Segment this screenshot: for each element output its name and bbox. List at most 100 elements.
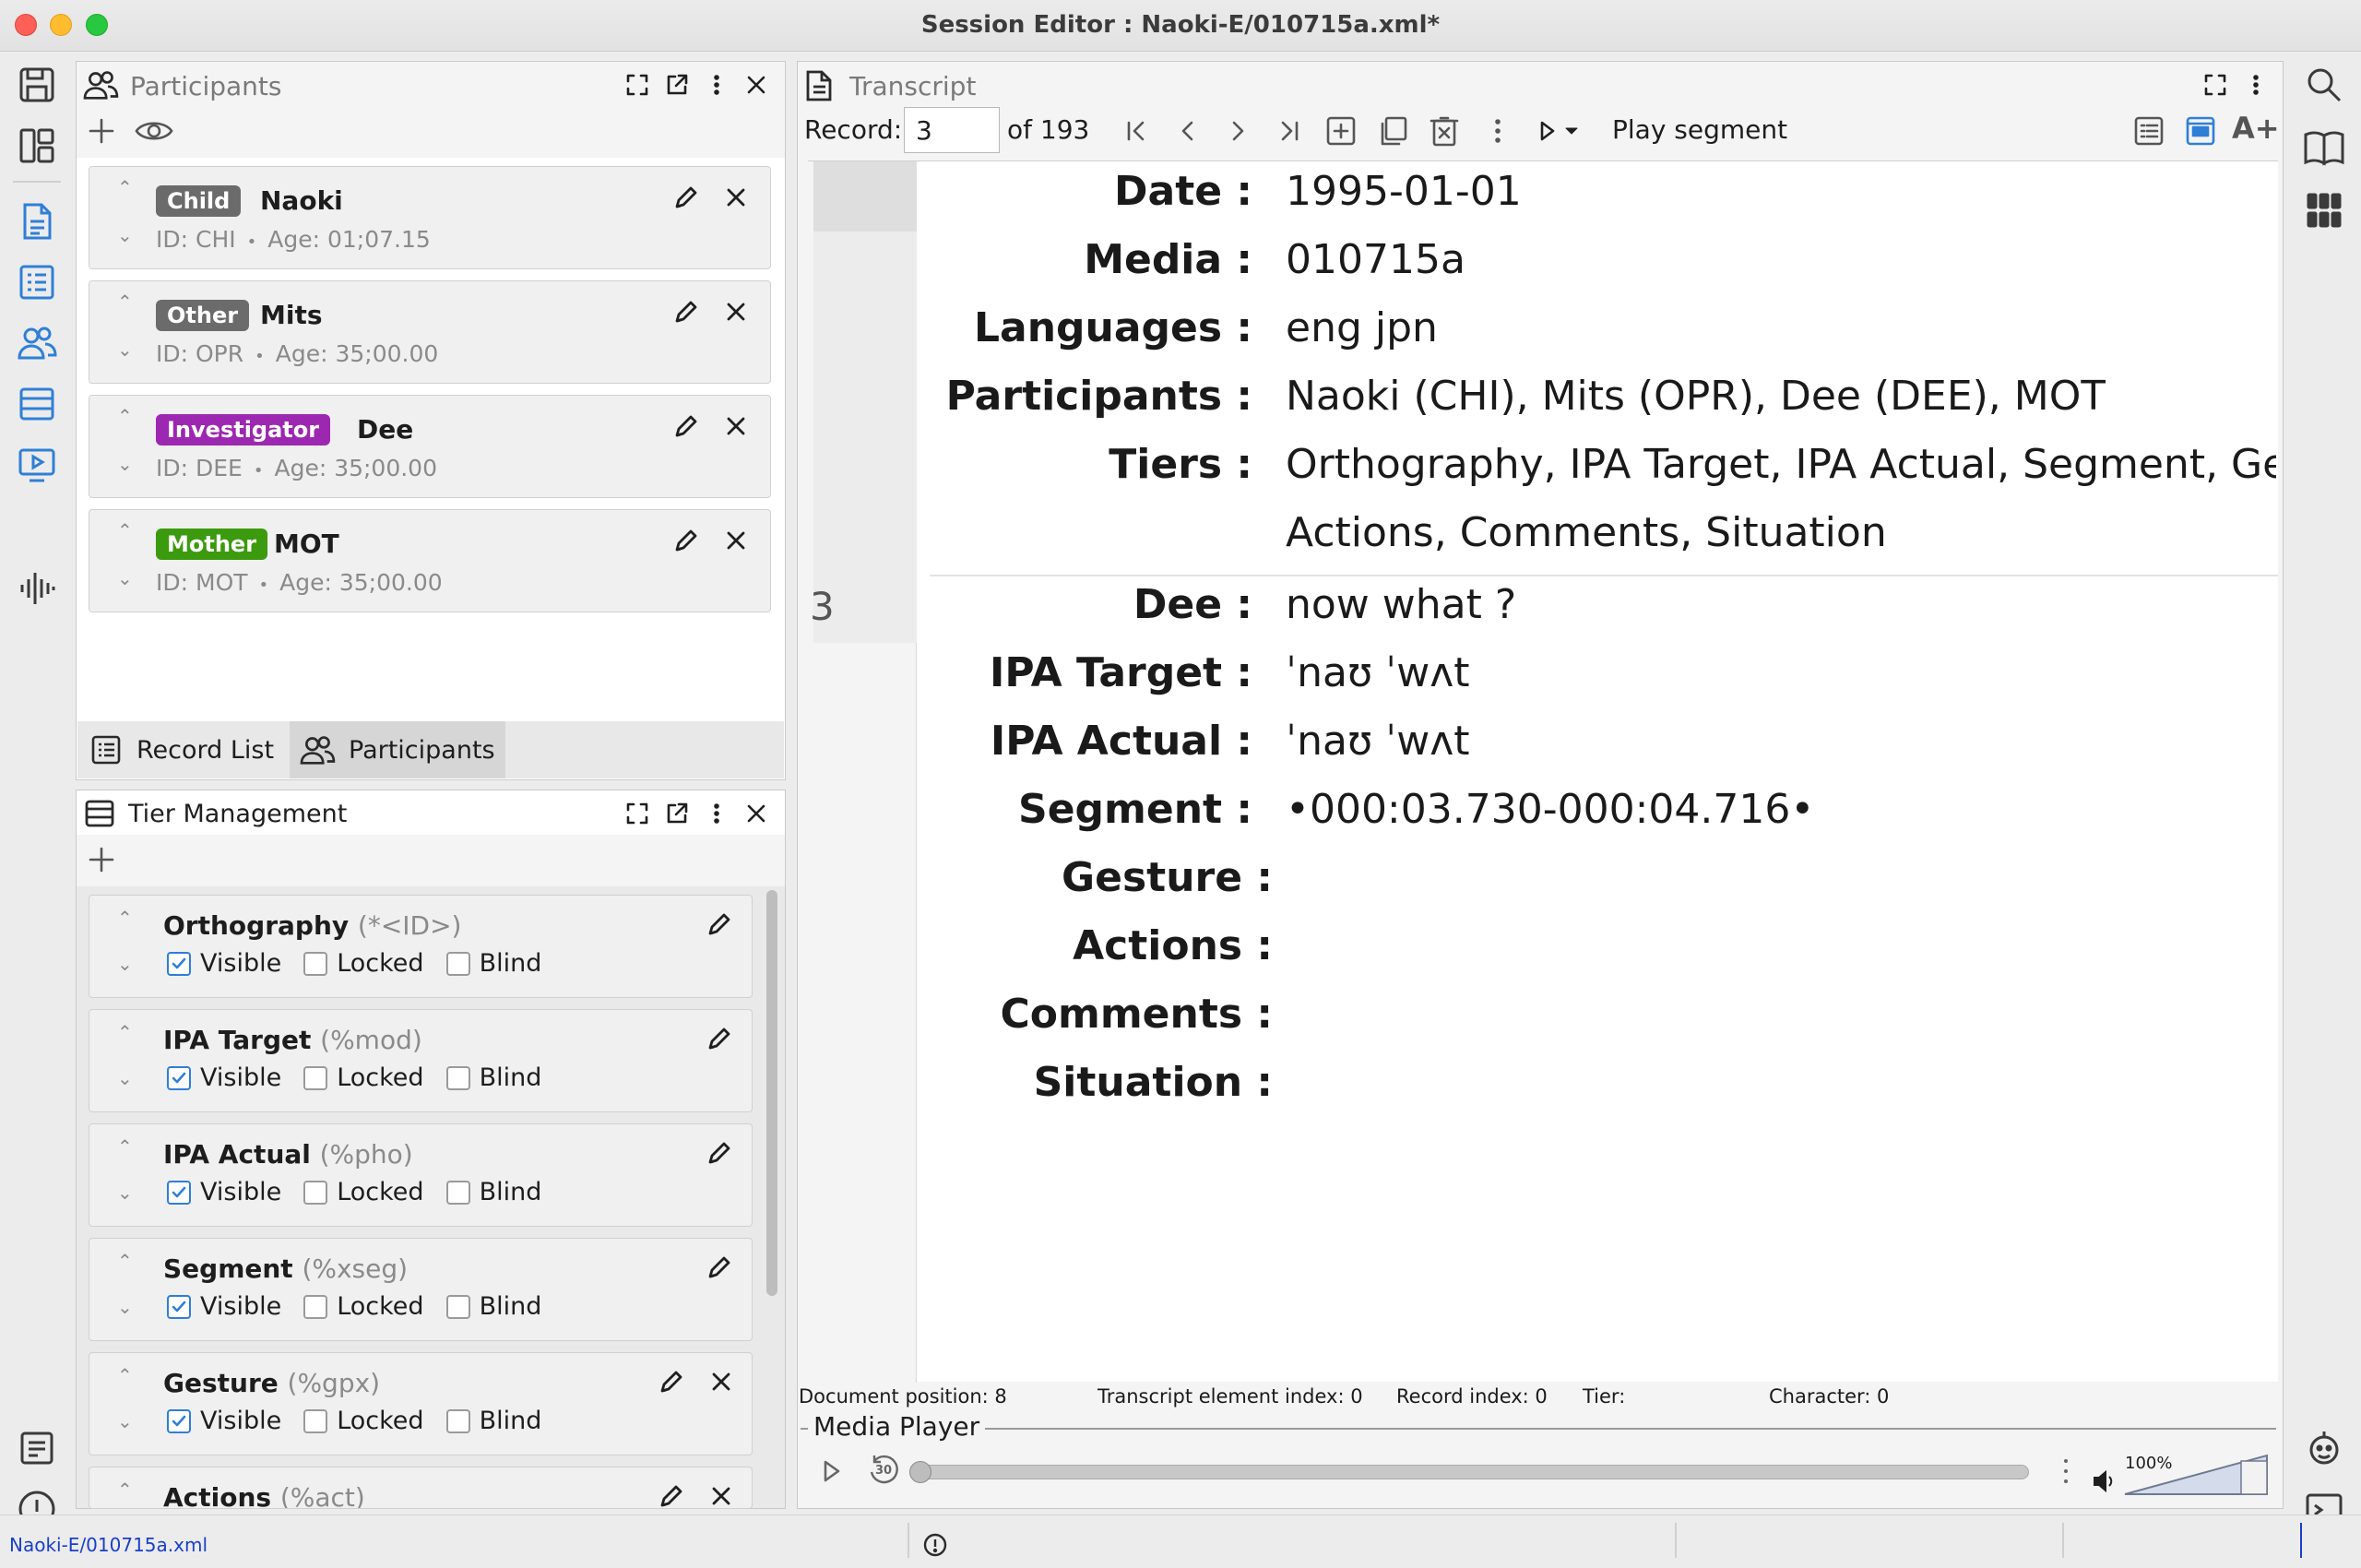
collapse-up-icon[interactable]: ⌃: [117, 1021, 133, 1043]
blind-checkbox[interactable]: [445, 1180, 470, 1205]
participant-card[interactable]: ⌃ ⌄ Investigator Dee ID: DEE • Age: 35;00.00: [89, 395, 771, 498]
plugins-grid-icon[interactable]: [2300, 186, 2348, 234]
media-player-icon[interactable]: [13, 441, 61, 489]
expand-down-icon[interactable]: ⌄: [117, 953, 133, 975]
first-record-icon[interactable]: [1118, 111, 1155, 151]
add-tier-icon[interactable]: [86, 844, 117, 875]
single-record-view-icon[interactable]: [2182, 111, 2219, 151]
close-panel-icon[interactable]: [742, 71, 770, 99]
participant-card[interactable]: ⌃ ⌄ Other Mits ID: OPR • Age: 35;00.00: [89, 280, 771, 384]
layout-icon[interactable]: [13, 122, 61, 170]
waveform-icon[interactable]: [13, 564, 61, 612]
locked-checkbox[interactable]: [303, 1294, 328, 1319]
blind-checkbox[interactable]: [445, 1294, 470, 1319]
record-tier-value[interactable]: •000:03.730-000:04.716•: [1286, 786, 1814, 833]
media-seek-handle[interactable]: [909, 1461, 931, 1483]
record-number-input[interactable]: 3: [904, 107, 1000, 153]
blind-checkbox[interactable]: [445, 1065, 470, 1090]
add-participant-icon[interactable]: [86, 115, 117, 147]
header-field-value[interactable]: 1995-01-01: [1286, 168, 1522, 215]
tier-card[interactable]: ⌃ Actions (%act): [89, 1467, 753, 1509]
tier-card[interactable]: ⌃ Gesture (%gpx) ⌄ Visible Locked Blind: [89, 1352, 753, 1455]
expand-down-icon[interactable]: ⌄: [117, 1410, 133, 1432]
edit-pencil-icon[interactable]: [672, 184, 700, 211]
expand-down-icon[interactable]: ⌄: [117, 453, 133, 475]
more-menu-icon[interactable]: [703, 800, 730, 827]
collapse-up-icon[interactable]: ⌃: [117, 519, 133, 541]
visible-checkbox[interactable]: [167, 951, 191, 976]
header-field-value[interactable]: Orthography, IPA Target, IPA Actual, Seg…: [1286, 441, 2276, 488]
duplicate-record-icon[interactable]: [1374, 111, 1411, 151]
blind-checkbox[interactable]: [445, 951, 470, 976]
header-field-value[interactable]: eng jpn: [1286, 304, 1438, 351]
play-segment-button[interactable]: Play segment: [1612, 114, 1787, 145]
expand-down-icon[interactable]: ⌄: [117, 1296, 133, 1318]
volume-icon[interactable]: [2092, 1468, 2118, 1494]
tier-card[interactable]: ⌃ Segment (%xseg) ⌄ Visible Locked Blind: [89, 1238, 753, 1341]
remove-participant-icon[interactable]: [724, 414, 748, 438]
edit-pencil-icon[interactable]: [706, 1139, 733, 1167]
edit-pencil-icon[interactable]: [706, 1025, 733, 1052]
expand-down-icon[interactable]: ⌄: [117, 1182, 133, 1204]
edit-pencil-icon[interactable]: [672, 412, 700, 440]
participant-card[interactable]: ⌃ ⌄ Child Naoki ID: CHI • Age: 01;07.15: [89, 166, 771, 269]
skip-back-icon[interactable]: 30: [865, 1452, 902, 1489]
tier-card[interactable]: ⌃ Orthography (*<ID>) ⌄ Visible Locked Blind: [89, 895, 753, 998]
blind-checkbox[interactable]: [445, 1408, 470, 1433]
more-record-actions-icon[interactable]: [1479, 111, 1516, 151]
collapse-up-icon[interactable]: ⌃: [117, 291, 133, 313]
transcript-view-icon[interactable]: [13, 197, 61, 245]
remove-participant-icon[interactable]: [724, 185, 748, 209]
visible-checkbox[interactable]: [167, 1065, 191, 1090]
play-icon[interactable]: [817, 1457, 845, 1485]
participants-icon[interactable]: [13, 319, 61, 367]
collapse-up-icon[interactable]: ⌃: [117, 1135, 133, 1158]
edit-pencil-icon[interactable]: [658, 1482, 685, 1508]
locked-checkbox[interactable]: [303, 951, 328, 976]
visible-checkbox[interactable]: [167, 1408, 191, 1433]
collapse-up-icon[interactable]: ⌃: [117, 1250, 133, 1272]
remove-tier-icon[interactable]: [709, 1370, 733, 1394]
collapse-up-icon[interactable]: ⌃: [117, 1364, 133, 1386]
record-list-icon[interactable]: [13, 258, 61, 306]
eye-icon[interactable]: [134, 117, 174, 145]
assistant-icon[interactable]: [2300, 1424, 2348, 1472]
maximize-icon[interactable]: [2201, 71, 2229, 99]
maximize-icon[interactable]: [623, 71, 651, 99]
remove-tier-icon[interactable]: [709, 1484, 733, 1508]
header-field-value[interactable]: 010715a: [1286, 236, 1465, 283]
more-menu-icon[interactable]: [2242, 71, 2270, 99]
font-size-icon[interactable]: A+: [2232, 111, 2280, 146]
delete-record-icon[interactable]: [1426, 111, 1463, 151]
dictionary-icon[interactable]: [2300, 124, 2348, 172]
tab-record-list[interactable]: Record List: [77, 721, 288, 778]
more-menu-icon[interactable]: [703, 71, 730, 99]
warning-icon[interactable]: [922, 1532, 948, 1558]
edit-pencil-icon[interactable]: [672, 298, 700, 326]
edit-pencil-icon[interactable]: [658, 1368, 685, 1396]
save-icon[interactable]: [13, 61, 61, 109]
tier-list-scrollbar[interactable]: [766, 890, 777, 1296]
remove-participant-icon[interactable]: [724, 529, 748, 552]
edit-pencil-icon[interactable]: [672, 527, 700, 554]
popout-icon[interactable]: [663, 800, 691, 827]
popout-icon[interactable]: [663, 71, 691, 99]
record-tier-value[interactable]: ˈnaʊ ˈwʌt: [1286, 718, 1469, 765]
edit-pencil-icon[interactable]: [706, 1253, 733, 1281]
log-icon[interactable]: [13, 1424, 61, 1472]
participant-card[interactable]: ⌃ ⌄ Mother MOT ID: MOT • Age: 35;00.00: [89, 509, 771, 612]
media-seek-bar[interactable]: [913, 1465, 2029, 1479]
tier-card[interactable]: ⌃ IPA Actual (%pho) ⌄ Visible Locked Blind: [89, 1123, 753, 1227]
media-options-icon[interactable]: [2057, 1455, 2075, 1487]
tier-management-icon[interactable]: [13, 380, 61, 428]
tab-participants[interactable]: Participants: [290, 721, 505, 778]
list-view-icon[interactable]: [2130, 111, 2167, 151]
add-record-icon[interactable]: [1323, 111, 1359, 151]
volume-slider[interactable]: [2121, 1452, 2272, 1498]
collapse-up-icon[interactable]: ⌃: [117, 907, 133, 929]
close-panel-icon[interactable]: [742, 800, 770, 827]
record-tier-value[interactable]: now what ?: [1286, 581, 1516, 628]
expand-down-icon[interactable]: ⌄: [117, 567, 133, 589]
locked-checkbox[interactable]: [303, 1408, 328, 1433]
expand-down-icon[interactable]: ⌄: [117, 1067, 133, 1089]
